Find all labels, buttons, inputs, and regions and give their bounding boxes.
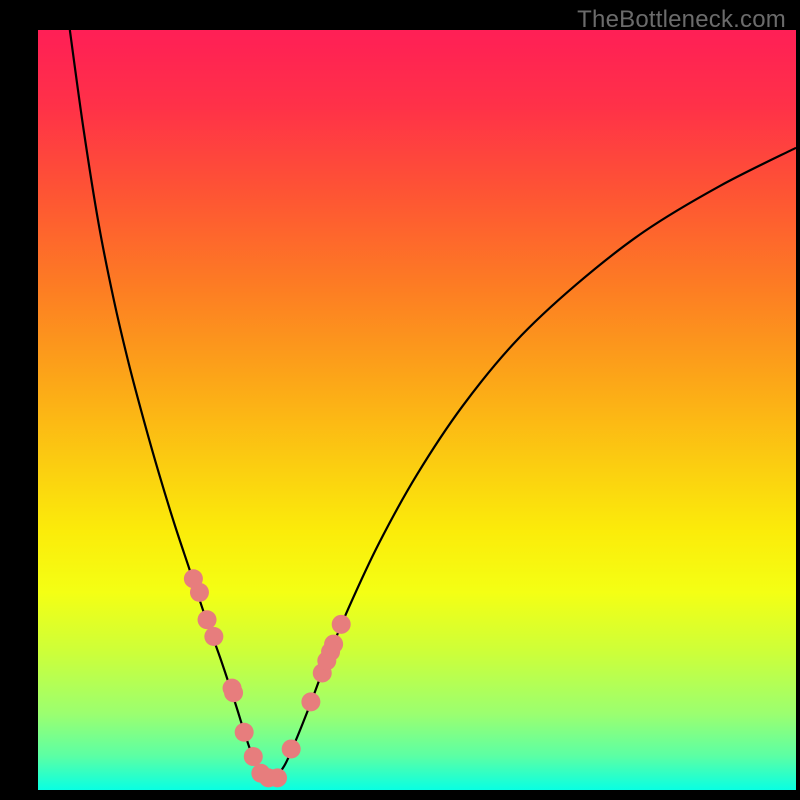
data-dot [282,739,301,758]
frame-border [0,790,800,800]
watermark-text: TheBottleneck.com [577,6,786,34]
bottleneck-plot [0,0,800,800]
data-dot [235,723,254,742]
data-dot [332,615,351,634]
frame-border [0,0,38,800]
frame-border [796,0,800,800]
chart-frame: TheBottleneck.com [0,0,800,800]
data-dot [268,768,287,787]
data-dot [244,747,263,766]
data-dot [224,683,243,702]
data-dot [324,635,343,654]
data-dot [204,627,223,646]
data-dot [301,692,320,711]
data-dot [190,583,209,602]
data-dot [198,610,217,629]
gradient-background [38,30,796,790]
